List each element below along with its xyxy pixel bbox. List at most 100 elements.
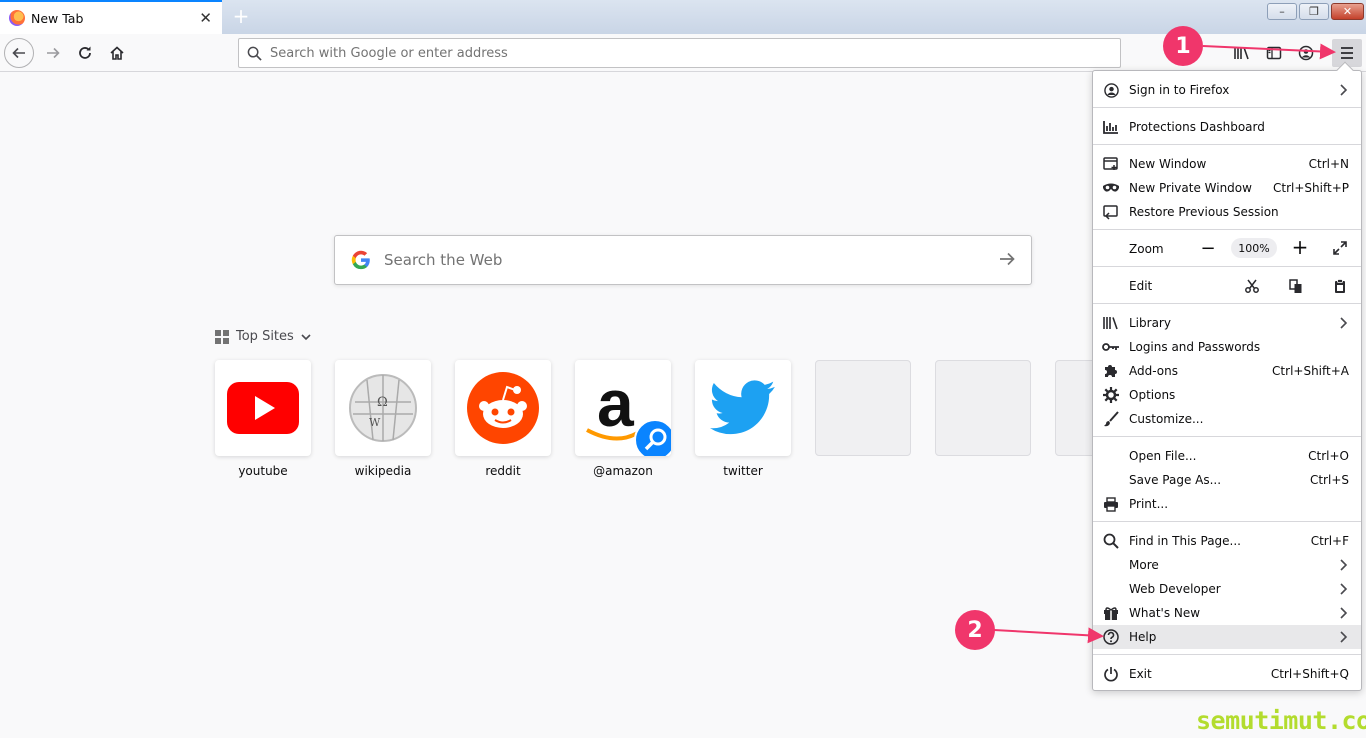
arrow-right-icon[interactable]: [997, 249, 1017, 269]
back-button[interactable]: [4, 38, 34, 68]
minimize-button[interactable]: –: [1267, 3, 1297, 20]
chevron-right-icon: [1340, 607, 1348, 619]
search-placeholder: Search the Web: [384, 251, 503, 269]
menu-separator: [1093, 229, 1361, 230]
empty-tile[interactable]: [815, 360, 911, 456]
menu-label: Print...: [1129, 497, 1169, 511]
top-site-tile[interactable]: twitter: [695, 360, 791, 478]
restore-icon: [1103, 204, 1118, 220]
top-sites-header[interactable]: Top Sites: [215, 329, 311, 344]
gear-icon: [1103, 387, 1119, 403]
twitter-icon: [710, 380, 775, 435]
menu-customize[interactable]: Customize...: [1093, 407, 1361, 431]
menu-web-developer[interactable]: Web Developer: [1093, 577, 1361, 601]
watermark: semutimut.com: [1196, 706, 1366, 735]
menu-new-window[interactable]: New Window Ctrl+N: [1093, 152, 1361, 176]
paste-button[interactable]: [1330, 276, 1350, 296]
tile-box: [455, 360, 551, 456]
menu-help[interactable]: Help: [1093, 625, 1361, 649]
menu-shortcut: Ctrl+Shift+P: [1273, 181, 1349, 195]
private-mask-icon: [1103, 183, 1119, 192]
menu-sign-in[interactable]: Sign in to Firefox: [1093, 78, 1361, 102]
menu-label: Options: [1129, 388, 1176, 402]
library-icon: [1103, 317, 1118, 330]
reload-icon: [79, 46, 91, 59]
chevron-right-icon: [1340, 317, 1348, 329]
close-window-button[interactable]: ✕: [1331, 3, 1364, 20]
library-button[interactable]: [1231, 42, 1253, 64]
menu-find-in-page[interactable]: Find in This Page... Ctrl+F: [1093, 529, 1361, 553]
account-icon: [1298, 45, 1314, 61]
tab-title: New Tab: [31, 10, 84, 26]
new-tab-button[interactable]: +: [230, 5, 252, 27]
sidebar-button[interactable]: [1263, 42, 1285, 64]
menu-shortcut: Ctrl+O: [1308, 449, 1349, 463]
top-site-tile[interactable]: a @amazon: [575, 360, 671, 478]
account-button[interactable]: [1295, 42, 1317, 64]
menu-logins[interactable]: Logins and Passwords: [1093, 335, 1361, 359]
menu-label: Sign in to Firefox: [1129, 83, 1230, 97]
copy-icon: [1289, 278, 1302, 293]
menu-add-ons[interactable]: Add-ons Ctrl+Shift+A: [1093, 359, 1361, 383]
menu-shortcut: Ctrl+S: [1309, 473, 1349, 487]
menu-options[interactable]: Options: [1093, 383, 1361, 407]
menu-more[interactable]: More: [1093, 553, 1361, 577]
firefox-icon: [9, 10, 25, 26]
menu-whats-new[interactable]: What's New: [1093, 601, 1361, 625]
maximize-button[interactable]: ❐: [1299, 3, 1329, 20]
printer-icon: [1104, 496, 1118, 512]
menu-new-private-window[interactable]: New Private Window Ctrl+Shift+P: [1093, 176, 1361, 200]
url-input[interactable]: [270, 45, 1110, 61]
nav-toolbar: [0, 34, 1366, 72]
maximize-icon: ❐: [1309, 5, 1319, 18]
reload-button[interactable]: [70, 38, 100, 68]
zoom-out-button[interactable]: −: [1198, 238, 1218, 259]
menu-label: Find in This Page...: [1129, 534, 1241, 548]
copy-button[interactable]: [1286, 276, 1306, 296]
power-icon: [1104, 667, 1118, 682]
paintbrush-icon: [1104, 411, 1119, 427]
search-icon: [1103, 533, 1119, 549]
menu-shortcut: Ctrl+Shift+Q: [1270, 667, 1349, 681]
menu-exit[interactable]: Exit Ctrl+Shift+Q: [1093, 662, 1361, 686]
cut-button[interactable]: [1242, 276, 1262, 296]
home-button[interactable]: [102, 38, 132, 68]
menu-shortcut: Ctrl+F: [1310, 534, 1349, 548]
amazon-icon: a: [586, 366, 671, 456]
hamburger-icon: [1341, 47, 1353, 59]
key-icon: [1102, 343, 1119, 351]
zoom-in-button[interactable]: +: [1290, 235, 1310, 259]
menu-print[interactable]: Print...: [1093, 492, 1361, 516]
empty-tile[interactable]: [935, 360, 1031, 456]
menu-separator: [1093, 436, 1361, 437]
tab-new-tab[interactable]: New Tab ✕: [0, 0, 222, 34]
tile-label: reddit: [485, 464, 521, 478]
scissors-icon: [1245, 279, 1259, 293]
fullscreen-button[interactable]: [1330, 238, 1350, 258]
top-sites-title: Top Sites: [236, 329, 294, 344]
menu-protections-dashboard[interactable]: Protections Dashboard: [1093, 115, 1361, 139]
tile-box: [215, 360, 311, 456]
chevron-down-icon: [301, 333, 311, 340]
menu-save-page[interactable]: Save Page As... Ctrl+S: [1093, 468, 1361, 492]
menu-separator: [1093, 654, 1361, 655]
web-search-box[interactable]: Search the Web: [334, 235, 1032, 285]
tile-box: [935, 360, 1031, 456]
home-icon: [110, 46, 124, 60]
top-site-tile[interactable]: Ω W wikipedia: [335, 360, 431, 478]
empty-tile[interactable]: [1055, 360, 1092, 456]
menu-restore-session[interactable]: Restore Previous Session: [1093, 200, 1361, 224]
tab-close-button[interactable]: ✕: [199, 10, 212, 26]
chevron-right-icon: [1340, 84, 1348, 96]
zoom-reset-button[interactable]: 100%: [1231, 238, 1277, 258]
menu-library[interactable]: Library: [1093, 311, 1361, 335]
forward-button[interactable]: [38, 38, 68, 68]
menu-open-file[interactable]: Open File... Ctrl+O: [1093, 444, 1361, 468]
menu-label: Add-ons: [1129, 364, 1178, 378]
address-bar[interactable]: [238, 38, 1121, 68]
top-site-tile[interactable]: reddit: [455, 360, 551, 478]
tile-label: wikipedia: [354, 464, 412, 478]
top-site-tile[interactable]: youtube: [215, 360, 311, 478]
menu-edit: Edit: [1093, 274, 1361, 298]
tile-box: Ω W: [335, 360, 431, 456]
